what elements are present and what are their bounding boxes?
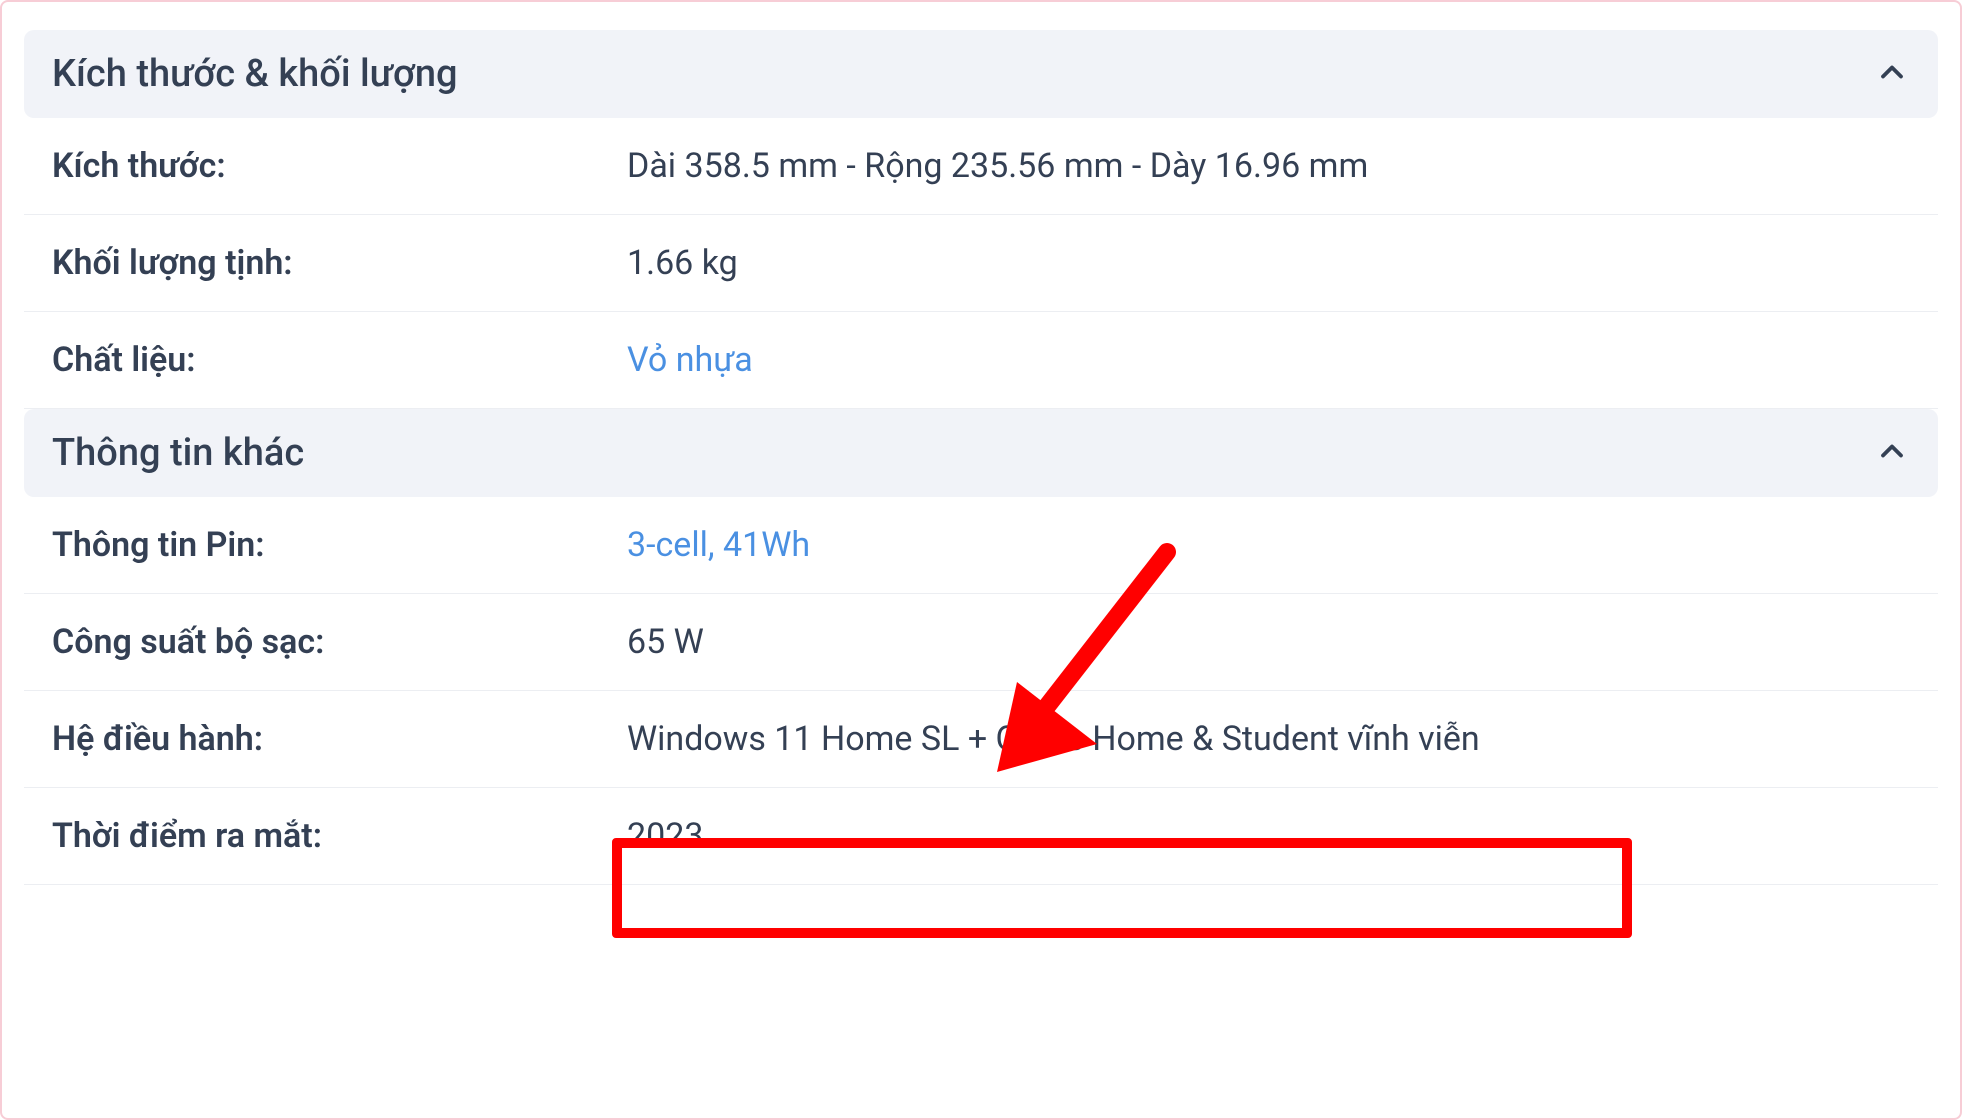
spec-value: 2023 — [627, 816, 1910, 856]
spec-value: Windows 11 Home SL + Office Home & Stude… — [627, 719, 1910, 759]
spec-row: Công suất bộ sạc: 65 W — [24, 594, 1938, 691]
spec-row: Kích thước: Dài 358.5 mm - Rộng 235.56 m… — [24, 118, 1938, 215]
spec-label: Kích thước: — [52, 146, 627, 186]
spec-row: Hệ điều hành: Windows 11 Home SL + Offic… — [24, 691, 1938, 788]
spec-value: Dài 358.5 mm - Rộng 235.56 mm - Dày 16.9… — [627, 146, 1910, 186]
spec-row: Thông tin Pin: 3-cell, 41Wh — [24, 497, 1938, 594]
spec-row: Chất liệu: Vỏ nhựa — [24, 312, 1938, 409]
spec-value-link[interactable]: 3-cell, 41Wh — [627, 525, 1910, 565]
section-title: Kích thước & khối lượng — [52, 52, 458, 96]
spec-label: Thời điểm ra mắt: — [52, 816, 627, 856]
section-header-size-weight[interactable]: Kích thước & khối lượng — [24, 30, 1938, 118]
spec-label: Thông tin Pin: — [52, 525, 627, 565]
section-title: Thông tin khác — [52, 431, 304, 475]
spec-panel: Kích thước & khối lượng Kích thước: Dài … — [0, 0, 1962, 1120]
spec-value-link[interactable]: Vỏ nhựa — [627, 340, 1910, 380]
chevron-up-icon — [1874, 433, 1910, 473]
section-header-other-info[interactable]: Thông tin khác — [24, 409, 1938, 497]
spec-label: Công suất bộ sạc: — [52, 622, 627, 662]
spec-label: Hệ điều hành: — [52, 719, 627, 759]
spec-label: Chất liệu: — [52, 340, 627, 380]
spec-value: 65 W — [627, 622, 1910, 662]
chevron-up-icon — [1874, 54, 1910, 94]
spec-row: Khối lượng tịnh: 1.66 kg — [24, 215, 1938, 312]
spec-value: 1.66 kg — [627, 243, 1910, 283]
spec-row: Thời điểm ra mắt: 2023 — [24, 788, 1938, 885]
spec-label: Khối lượng tịnh: — [52, 243, 627, 283]
